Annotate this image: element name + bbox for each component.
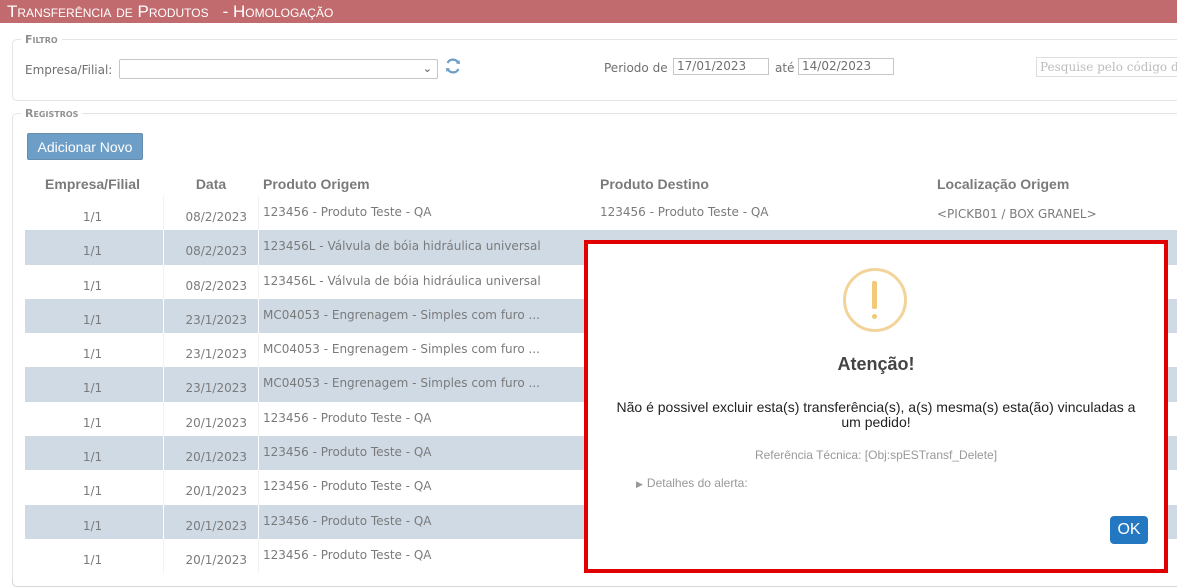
alert-technical-reference: Referência Técnica: [Obj:spESTransf_Dele…: [754, 448, 998, 462]
alert-details-label: Detalhes do alerta:: [646, 476, 748, 490]
alert-dialog: Atenção! Não é possivel excluir esta(s) …: [584, 240, 1168, 573]
warning-icon-bar: [872, 281, 877, 309]
alert-title: Atenção!: [837, 354, 915, 374]
ok-button[interactable]: OK: [1110, 516, 1148, 544]
triangle-right-icon: ▶: [636, 479, 643, 489]
warning-icon: [843, 268, 907, 332]
alert-details-toggle[interactable]: ▶ Detalhes do alerta:: [636, 476, 748, 490]
alert-message: Não é possivel excluir esta(s) transferê…: [616, 399, 1136, 430]
warning-icon-dot: [872, 314, 877, 319]
